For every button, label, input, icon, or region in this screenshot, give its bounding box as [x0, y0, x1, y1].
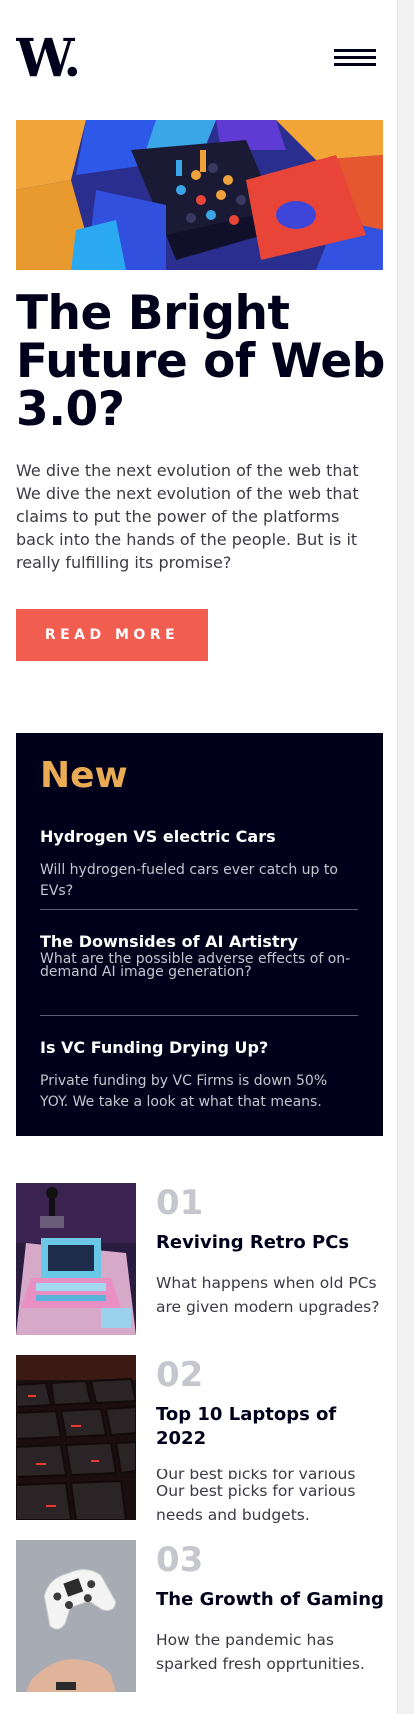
- article-desc-hidden: Our best picks for various: [156, 1469, 356, 1479]
- hero-title: The Bright Future of Web 3.0?: [16, 286, 385, 437]
- scrollbar[interactable]: [397, 0, 414, 1714]
- brand-logo[interactable]: W.: [16, 32, 82, 84]
- new-item[interactable]: The Downsides of AI Artistry What are th…: [40, 931, 358, 979]
- article-item[interactable]: 01 Reviving Retro PCs What happens when …: [16, 1183, 383, 1335]
- new-item[interactable]: Is VC Funding Drying Up? Private funding…: [40, 1037, 358, 1113]
- article-title[interactable]: Top 10 Laptops of 2022: [156, 1403, 386, 1451]
- article-desc: How the pandemic has sparked fresh opprt…: [156, 1631, 365, 1673]
- new-item[interactable]: Hydrogen VS electric Cars Will hydrogen-…: [40, 826, 358, 902]
- article-text: 03 The Growth of Gaming How the pandemic…: [156, 1540, 386, 1676]
- read-more-button[interactable]: READ MORE: [16, 609, 208, 661]
- retro-pc-image: [16, 1183, 136, 1335]
- divider: [40, 1015, 358, 1016]
- article-number: 02: [156, 1355, 204, 1395]
- gamepad-image: [16, 1540, 136, 1692]
- new-item-title[interactable]: The Downsides of AI Artistry: [40, 931, 358, 953]
- new-item-desc: Private funding by VC Firms is down 50% …: [40, 1073, 328, 1110]
- svg-text:W.: W.: [16, 32, 78, 84]
- article-desc: Our best picks for various needs and bud…: [156, 1482, 356, 1524]
- new-item-title[interactable]: Is VC Funding Drying Up?: [40, 1037, 358, 1059]
- divider: [40, 909, 358, 910]
- article-number: 01: [156, 1183, 204, 1223]
- new-item-title[interactable]: Hydrogen VS electric Cars: [40, 826, 358, 848]
- article-text: 01 Reviving Retro PCs What happens when …: [156, 1183, 386, 1319]
- keyboard-image: [16, 1355, 136, 1520]
- article-title[interactable]: The Growth of Gaming: [156, 1588, 386, 1612]
- hamburger-menu-icon[interactable]: [334, 47, 376, 69]
- new-item-desc: What are the possible adverse effects of…: [40, 951, 351, 980]
- hero-image: [16, 120, 383, 270]
- hero-description: We dive the next evolution of the web th…: [16, 461, 359, 572]
- new-item-desc: Will hydrogen-fueled cars ever catch up …: [40, 862, 338, 899]
- menu-bar: [334, 49, 376, 52]
- page: W. The Bright Future of Web 3.0? We dive…: [0, 0, 398, 1714]
- new-heading: New: [40, 755, 128, 796]
- menu-bar: [334, 56, 376, 59]
- article-item[interactable]: 02 Top 10 Laptops of 2022 Our best picks…: [16, 1355, 383, 1524]
- article-desc: What happens when old PCs are given mode…: [156, 1274, 380, 1316]
- article-number: 03: [156, 1540, 204, 1580]
- article-item[interactable]: 03 The Growth of Gaming How the pandemic…: [16, 1540, 386, 1692]
- menu-bar: [334, 63, 376, 66]
- new-articles-panel: New Hydrogen VS electric Cars Will hydro…: [16, 733, 383, 1136]
- article-title[interactable]: Reviving Retro PCs: [156, 1231, 386, 1255]
- article-text: 02 Top 10 Laptops of 2022 Our best picks…: [156, 1355, 386, 1527]
